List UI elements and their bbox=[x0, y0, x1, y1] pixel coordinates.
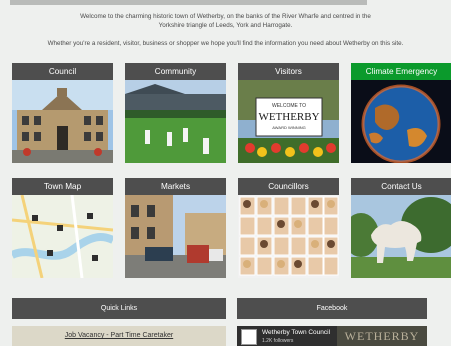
sign-line-3: AWARD WINNING bbox=[272, 125, 305, 130]
tile-visitors[interactable]: Visitors WELCOME TO WETHERBY AWARD WINNI… bbox=[238, 63, 339, 163]
facebook-sub-text: 1.2K followers bbox=[262, 338, 294, 344]
tile-climate-emergency[interactable]: Climate Emergency bbox=[351, 63, 451, 163]
tile-markets-label: Markets bbox=[125, 178, 226, 195]
tile-town-map-label: Town Map bbox=[12, 178, 113, 195]
facebook-banner: WETHERBY bbox=[337, 326, 427, 346]
tile-councillors-label: Councillors bbox=[238, 178, 339, 195]
tile-council[interactable]: Council bbox=[12, 63, 113, 163]
market-street-image bbox=[125, 195, 226, 278]
intro-line-3: Whether you're a resident, visitor, busi… bbox=[47, 40, 404, 47]
horse-statue-image bbox=[351, 195, 451, 278]
tile-town-map[interactable]: Town Map bbox=[12, 178, 113, 278]
tile-visitors-label: Visitors bbox=[238, 63, 339, 80]
top-bar bbox=[10, 0, 367, 5]
sign-line-2: WETHERBY bbox=[258, 111, 319, 123]
council-building-image bbox=[12, 80, 113, 163]
intro-line-2: Yorkshire triangle of Leeds, York and Ha… bbox=[158, 22, 293, 29]
councillors-collage-image bbox=[238, 195, 339, 278]
earth-globe-image bbox=[351, 80, 451, 163]
intro-text: Welcome to the charming historic town of… bbox=[10, 12, 441, 48]
facebook-header: Facebook bbox=[237, 298, 427, 319]
facebook-feed-panel[interactable]: Wetherby Town Council 1.2K followers WET… bbox=[237, 326, 427, 346]
quick-link-job-vacancy[interactable]: Job Vacancy - Part Time Caretaker bbox=[65, 332, 173, 339]
intro-line-1: Welcome to the charming historic town of… bbox=[80, 13, 371, 20]
tile-markets[interactable]: Markets bbox=[125, 178, 226, 278]
sign-line-1: WELCOME TO bbox=[272, 103, 306, 109]
quick-links-header: Quick Links bbox=[12, 298, 226, 319]
tile-councillors[interactable]: Councillors bbox=[238, 178, 339, 278]
quick-links-panel: Job Vacancy - Part Time Caretaker bbox=[12, 326, 226, 346]
tile-council-label: Council bbox=[12, 63, 113, 80]
tile-community-label: Community bbox=[125, 63, 226, 80]
tile-contact-us-label: Contact Us bbox=[351, 178, 451, 195]
tile-climate-emergency-label: Climate Emergency bbox=[351, 63, 451, 80]
tile-contact-us[interactable]: Contact Us bbox=[351, 178, 451, 278]
tile-community[interactable]: Community bbox=[125, 63, 226, 163]
cricket-field-image bbox=[125, 80, 226, 163]
town-map-image bbox=[12, 195, 113, 278]
welcome-sign-image: WELCOME TO WETHERBY AWARD WINNING bbox=[238, 80, 339, 163]
facebook-page-name[interactable]: Wetherby Town Council bbox=[262, 329, 330, 336]
